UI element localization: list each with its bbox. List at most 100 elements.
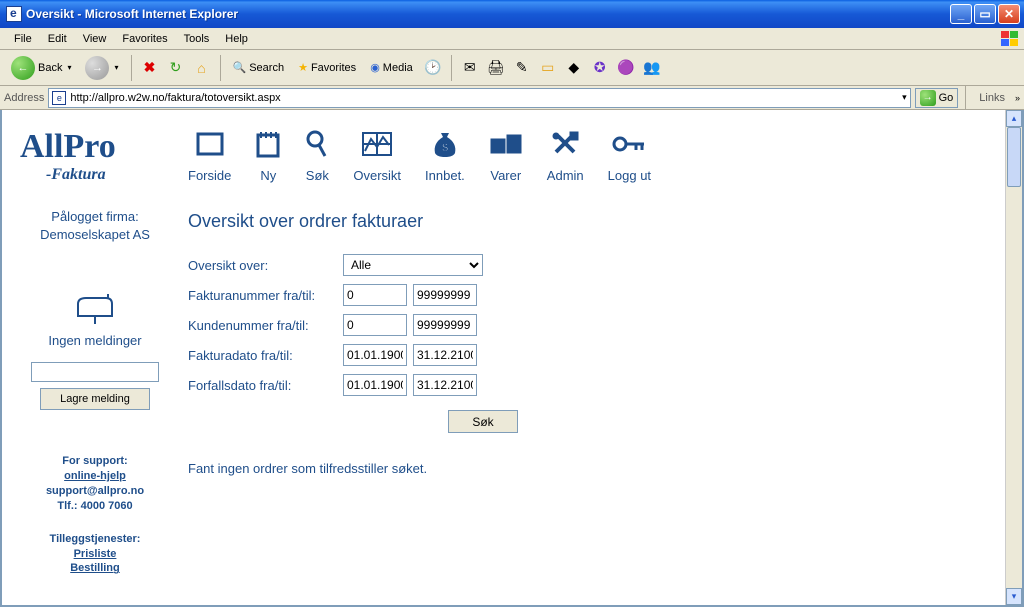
app-nav: Forside Ny Søk Oversikt $ Innbet. [188,128,1022,183]
chevron-right-icon: » [1015,93,1020,103]
scrollbar[interactable]: ▴ ▾ [1005,110,1022,605]
bestilling-link[interactable]: Bestilling [70,562,120,574]
key-icon [612,134,646,154]
maximize-button[interactable]: ▭ [974,4,996,24]
search-button[interactable]: Søk [448,410,518,433]
close-button[interactable]: ✕ [998,4,1020,24]
brand-logo: AllPro -Faktura [20,128,170,184]
menu-help[interactable]: Help [217,31,256,47]
toolbar: ← Back ▾ → ▾ ✖ ↻ ⌂ 🔍 Search ★ Favorites … [0,50,1024,86]
edit-button[interactable]: ✎ [511,57,533,79]
fakturadato-from-input[interactable] [343,344,407,366]
nav-loggut[interactable]: Logg ut [608,128,651,183]
logged-in-company: Pålogget firma: Demoselskapet AS [20,208,170,244]
forward-button[interactable]: → ▾ [80,53,123,83]
forfallsdato-to-input[interactable] [413,374,477,396]
menu-tools[interactable]: Tools [176,31,218,47]
page-icon: e [52,91,66,105]
fakturanummer-from-input[interactable] [343,284,407,306]
menu-view[interactable]: View [75,31,115,47]
nav-forside[interactable]: Forside [188,128,231,183]
menu-bar: File Edit View Favorites Tools Help [0,28,1024,50]
window-titlebar: Oversikt - Microsoft Internet Explorer _… [0,0,1024,28]
scroll-up-button[interactable]: ▴ [1006,110,1022,127]
tools-icon [550,130,580,158]
fakturanummer-to-input[interactable] [413,284,477,306]
url-input[interactable]: e http://allpro.w2w.no/faktura/totoversi… [48,88,910,108]
support-info: For support: online-hjelp support@allpro… [20,454,170,513]
yahoo-button[interactable]: 🟣 [615,57,637,79]
separator-icon [451,55,452,81]
media-button[interactable]: ◉ Media [365,58,418,77]
svg-text:$: $ [442,142,448,154]
scroll-down-button[interactable]: ▾ [1006,588,1022,605]
nav-sok[interactable]: Søk [305,128,329,183]
no-messages-label: Ingen meldinger [20,333,170,348]
address-label: Address [4,92,44,104]
go-button[interactable]: → Go [915,88,959,108]
forfallsdato-label: Forfallsdato fra/til: [188,378,343,393]
menu-favorites[interactable]: Favorites [114,31,175,47]
extra-services: Tilleggstjenester: Prisliste Bestilling [20,532,170,577]
links-label[interactable]: Links [973,92,1011,104]
mailbox-icon [20,294,170,327]
back-button[interactable]: ← Back ▾ [6,53,76,83]
support-link[interactable]: online-hjelp [64,470,126,482]
page-title: Oversikt over ordrer fakturaer [188,211,1022,232]
mail-button[interactable]: ✉ [459,57,481,79]
boxes-icon [489,131,523,157]
menu-file[interactable]: File [6,31,40,47]
nav-ny[interactable]: Ny [255,128,281,183]
media-icon: ◉ [370,61,380,74]
research-button[interactable]: ◆ [563,57,585,79]
favorites-button[interactable]: ★ Favorites [293,58,361,77]
history-button[interactable]: 🕑 [422,57,444,79]
print-button[interactable]: 🖨 [485,57,507,79]
kundenummer-to-input[interactable] [413,314,477,336]
kundenummer-from-input[interactable] [343,314,407,336]
fakturanummer-label: Fakturanummer fra/til: [188,288,343,303]
forward-arrow-icon: → [85,56,109,80]
windows-flag-icon [1000,30,1020,48]
main: Forside Ny Søk Oversikt $ Innbet. [188,128,1022,576]
address-bar: Address e http://allpro.w2w.no/faktura/t… [0,86,1024,110]
minimize-button[interactable]: _ [950,4,972,24]
search-button[interactable]: 🔍 Search [228,58,290,77]
sidebar: AllPro -Faktura Pålogget firma: Demosels… [20,128,170,576]
messenger-button[interactable]: ✪ [589,57,611,79]
scroll-thumb[interactable] [1007,127,1021,187]
nav-admin[interactable]: Admin [547,128,584,183]
ie-icon [6,6,22,22]
url-text: http://allpro.w2w.no/faktura/totoversikt… [70,92,898,104]
oversikt-over-label: Oversikt over: [188,258,343,273]
search-icon: 🔍 [233,61,247,74]
home-button[interactable]: ⌂ [191,57,213,79]
nav-varer[interactable]: Varer [489,128,523,183]
result-message: Fant ingen ordrer som tilfredsstiller sø… [188,461,1022,476]
forfallsdato-from-input[interactable] [343,374,407,396]
nav-innbet[interactable]: $ Innbet. [425,128,465,183]
rectangle-icon [195,131,225,157]
menu-edit[interactable]: Edit [40,31,75,47]
separator-icon [131,55,132,81]
money-bag-icon: $ [431,129,459,159]
people-button[interactable]: 👥 [641,57,663,79]
window-title: Oversikt - Microsoft Internet Explorer [26,7,950,21]
prisliste-link[interactable]: Prisliste [74,548,117,560]
separator-icon [965,85,966,111]
go-arrow-icon: → [920,90,936,106]
page-viewport: ▴ ▾ AllPro -Faktura Pålogget firma: Demo… [0,110,1024,607]
discuss-button[interactable]: ▭ [537,57,559,79]
refresh-button[interactable]: ↻ [165,57,187,79]
stop-button[interactable]: ✖ [139,57,161,79]
fakturadato-label: Fakturadato fra/til: [188,348,343,363]
nav-oversikt[interactable]: Oversikt [353,128,401,183]
chevron-down-icon[interactable]: ▾ [902,92,907,103]
fakturadato-to-input[interactable] [413,344,477,366]
separator-icon [220,55,221,81]
magnifier-icon [305,129,329,159]
save-message-button[interactable]: Lagre melding [40,388,150,410]
message-input[interactable] [31,362,159,382]
back-arrow-icon: ← [11,56,35,80]
oversikt-over-select[interactable]: Alle [343,254,483,276]
